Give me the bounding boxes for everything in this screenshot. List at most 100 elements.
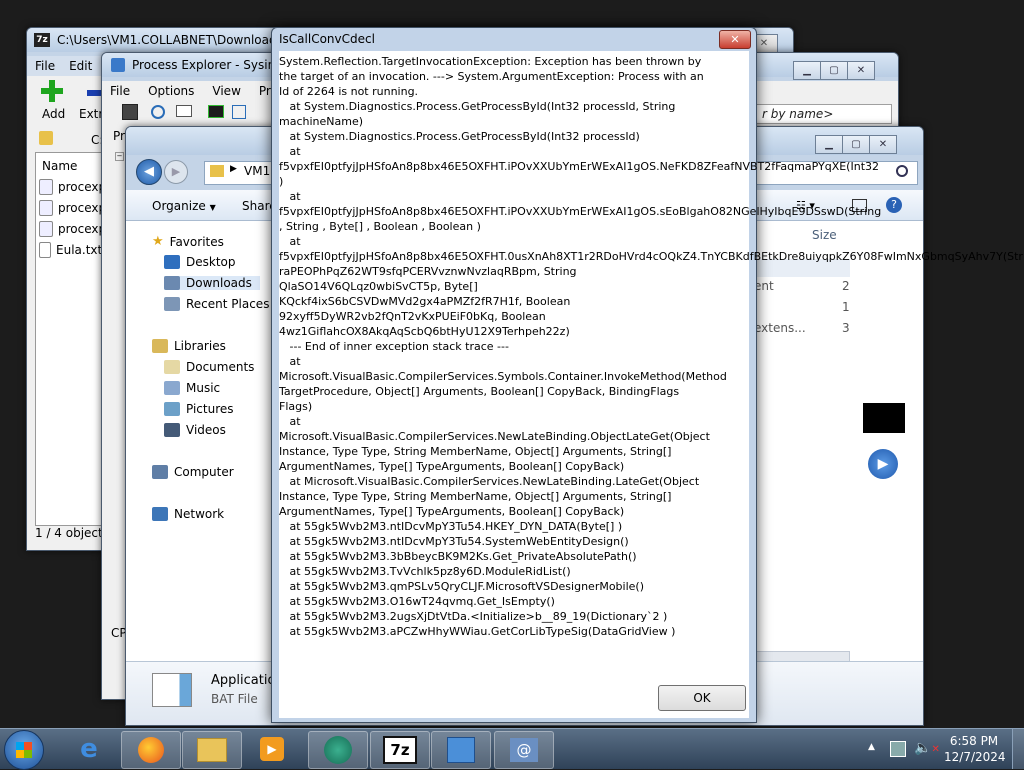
7zip-path-title: C:\Users\VM1.COLLABNET\Downloads\p — [57, 33, 295, 47]
nav-network[interactable]: Network — [152, 507, 224, 521]
media-thumbnail — [863, 403, 905, 433]
7zip-menu-file[interactable]: File — [35, 59, 55, 73]
procexp-menu-options[interactable]: Options — [148, 84, 194, 98]
internet-explorer-icon: e — [80, 734, 98, 764]
downloads-folder-icon — [164, 276, 180, 290]
add-icon[interactable] — [41, 80, 63, 102]
list-item-size: 3 — [842, 321, 850, 335]
organize-button[interactable]: Organize ▼ — [152, 199, 216, 213]
network-tray-icon[interactable] — [890, 741, 906, 757]
details-file-type: BAT File — [211, 692, 258, 706]
taskbar-media-player[interactable]: ▶ — [243, 731, 301, 767]
desktop-icon — [164, 255, 180, 269]
system-info-icon[interactable] — [208, 105, 224, 118]
procexp-close-button[interactable]: ✕ — [847, 61, 875, 80]
list-item[interactable]: procexp — [39, 179, 106, 195]
taskbar-firefox[interactable] — [121, 731, 181, 769]
procexp-menu-view[interactable]: View — [212, 84, 240, 98]
taskbar: e ▶ 7z @ ▲ 🔈✕ 6:58 PM 12/7/2024 — [0, 728, 1024, 770]
clock-time[interactable]: 6:58 PM — [944, 734, 1004, 748]
music-icon — [164, 381, 180, 395]
procexp-filter-input[interactable]: r by name> — [762, 107, 833, 121]
up-folder-icon[interactable] — [39, 131, 53, 145]
nav-pictures[interactable]: Pictures — [164, 402, 234, 416]
star-icon: ★ — [152, 234, 164, 249]
tree-icon[interactable] — [232, 105, 246, 119]
7zip-col-name[interactable]: Name — [42, 159, 77, 173]
chevron-down-icon: ▼ — [209, 203, 216, 212]
taskbar-explorer[interactable] — [182, 731, 242, 769]
list-item[interactable]: procexp — [39, 221, 106, 237]
procexp-maximize-button[interactable]: ▢ — [820, 61, 848, 80]
windows-logo-icon — [16, 742, 32, 758]
refresh-icon[interactable] — [151, 105, 165, 119]
pictures-icon — [164, 402, 180, 416]
back-button[interactable]: ◀ — [136, 159, 162, 185]
column-size[interactable]: Size — [812, 228, 837, 242]
nav-recent-places[interactable]: Recent Places — [164, 297, 269, 311]
nav-computer[interactable]: Computer — [152, 465, 234, 479]
procexp-minimize-button[interactable]: ▁ — [793, 61, 821, 80]
taskbar-7zip[interactable]: 7z — [370, 731, 430, 769]
file-icon — [39, 179, 53, 195]
save-icon[interactable] — [122, 104, 138, 120]
app-icon — [324, 736, 352, 764]
documents-icon — [164, 360, 180, 374]
search-icon[interactable] — [896, 165, 908, 177]
folder-icon — [210, 165, 224, 177]
network-icon — [152, 507, 168, 521]
7zip-menu-edit[interactable]: Edit — [69, 59, 92, 73]
file-icon — [39, 200, 53, 216]
text-file-icon — [39, 242, 51, 258]
nav-videos[interactable]: Videos — [164, 423, 226, 437]
show-desktop-button[interactable] — [1012, 729, 1024, 769]
list-item-type: extens... — [754, 321, 806, 335]
dialog-close-button[interactable]: ✕ — [719, 30, 751, 49]
7zip-icon: 7z — [383, 736, 417, 764]
play-icon[interactable]: ▶ — [868, 449, 898, 479]
window-icon[interactable] — [176, 105, 192, 117]
start-button[interactable] — [4, 730, 44, 770]
nav-desktop[interactable]: Desktop — [164, 255, 236, 269]
recent-places-icon — [164, 297, 180, 311]
ok-button[interactable]: OK — [658, 685, 746, 711]
add-button-label[interactable]: Add — [42, 107, 65, 121]
volume-muted-icon[interactable]: 🔈✕ — [914, 740, 940, 756]
taskbar-dialog-app[interactable]: @ — [494, 731, 554, 769]
taskbar-process-explorer[interactable] — [431, 731, 491, 769]
breadcrumb-arrow-icon: ▶ — [230, 164, 237, 174]
taskbar-ie[interactable]: e — [60, 731, 118, 767]
procexp-menu-file[interactable]: File — [110, 84, 130, 98]
folder-icon — [197, 738, 227, 762]
list-item-size: 1 — [842, 300, 850, 314]
clock-date[interactable]: 12/7/2024 — [944, 750, 1006, 764]
procexp-app-icon — [111, 58, 125, 72]
videos-icon — [164, 423, 180, 437]
nav-music[interactable]: Music — [164, 381, 220, 395]
extract-icon[interactable] — [87, 90, 101, 96]
file-icon — [39, 221, 53, 237]
list-item[interactable]: procexp — [39, 200, 106, 216]
explorer-minimize-button[interactable]: ▁ — [815, 135, 843, 154]
show-hidden-icons[interactable]: ▲ — [868, 742, 875, 752]
bat-file-icon — [152, 673, 192, 707]
explorer-maximize-button[interactable]: ▢ — [842, 135, 870, 154]
error-dialog: IsCallConvCdecl ✕ System.Reflection.Targ… — [271, 27, 1024, 723]
nav-favorites[interactable]: ★ Favorites — [152, 234, 224, 249]
list-item-size: 2 — [842, 279, 850, 293]
at-sign-icon: @ — [510, 738, 538, 762]
error-message: System.Reflection.TargetInvocationExcept… — [279, 55, 1024, 638]
nav-documents[interactable]: Documents — [164, 360, 254, 374]
forward-button[interactable]: ▶ — [164, 160, 188, 184]
nav-downloads[interactable]: Downloads — [164, 276, 260, 290]
list-item[interactable]: Eula.txt — [39, 242, 106, 258]
taskbar-app[interactable] — [308, 731, 368, 769]
tree-toggle[interactable]: − — [115, 152, 124, 161]
explorer-close-button[interactable]: ✕ — [869, 135, 897, 154]
libraries-icon — [152, 339, 168, 353]
nav-libraries[interactable]: Libraries — [152, 339, 226, 353]
breadcrumb-vm1[interactable]: VM1 — [244, 164, 270, 178]
help-icon[interactable]: ? — [886, 197, 902, 213]
7zip-app-icon: 7z — [34, 33, 50, 47]
process-explorer-icon — [447, 737, 475, 763]
